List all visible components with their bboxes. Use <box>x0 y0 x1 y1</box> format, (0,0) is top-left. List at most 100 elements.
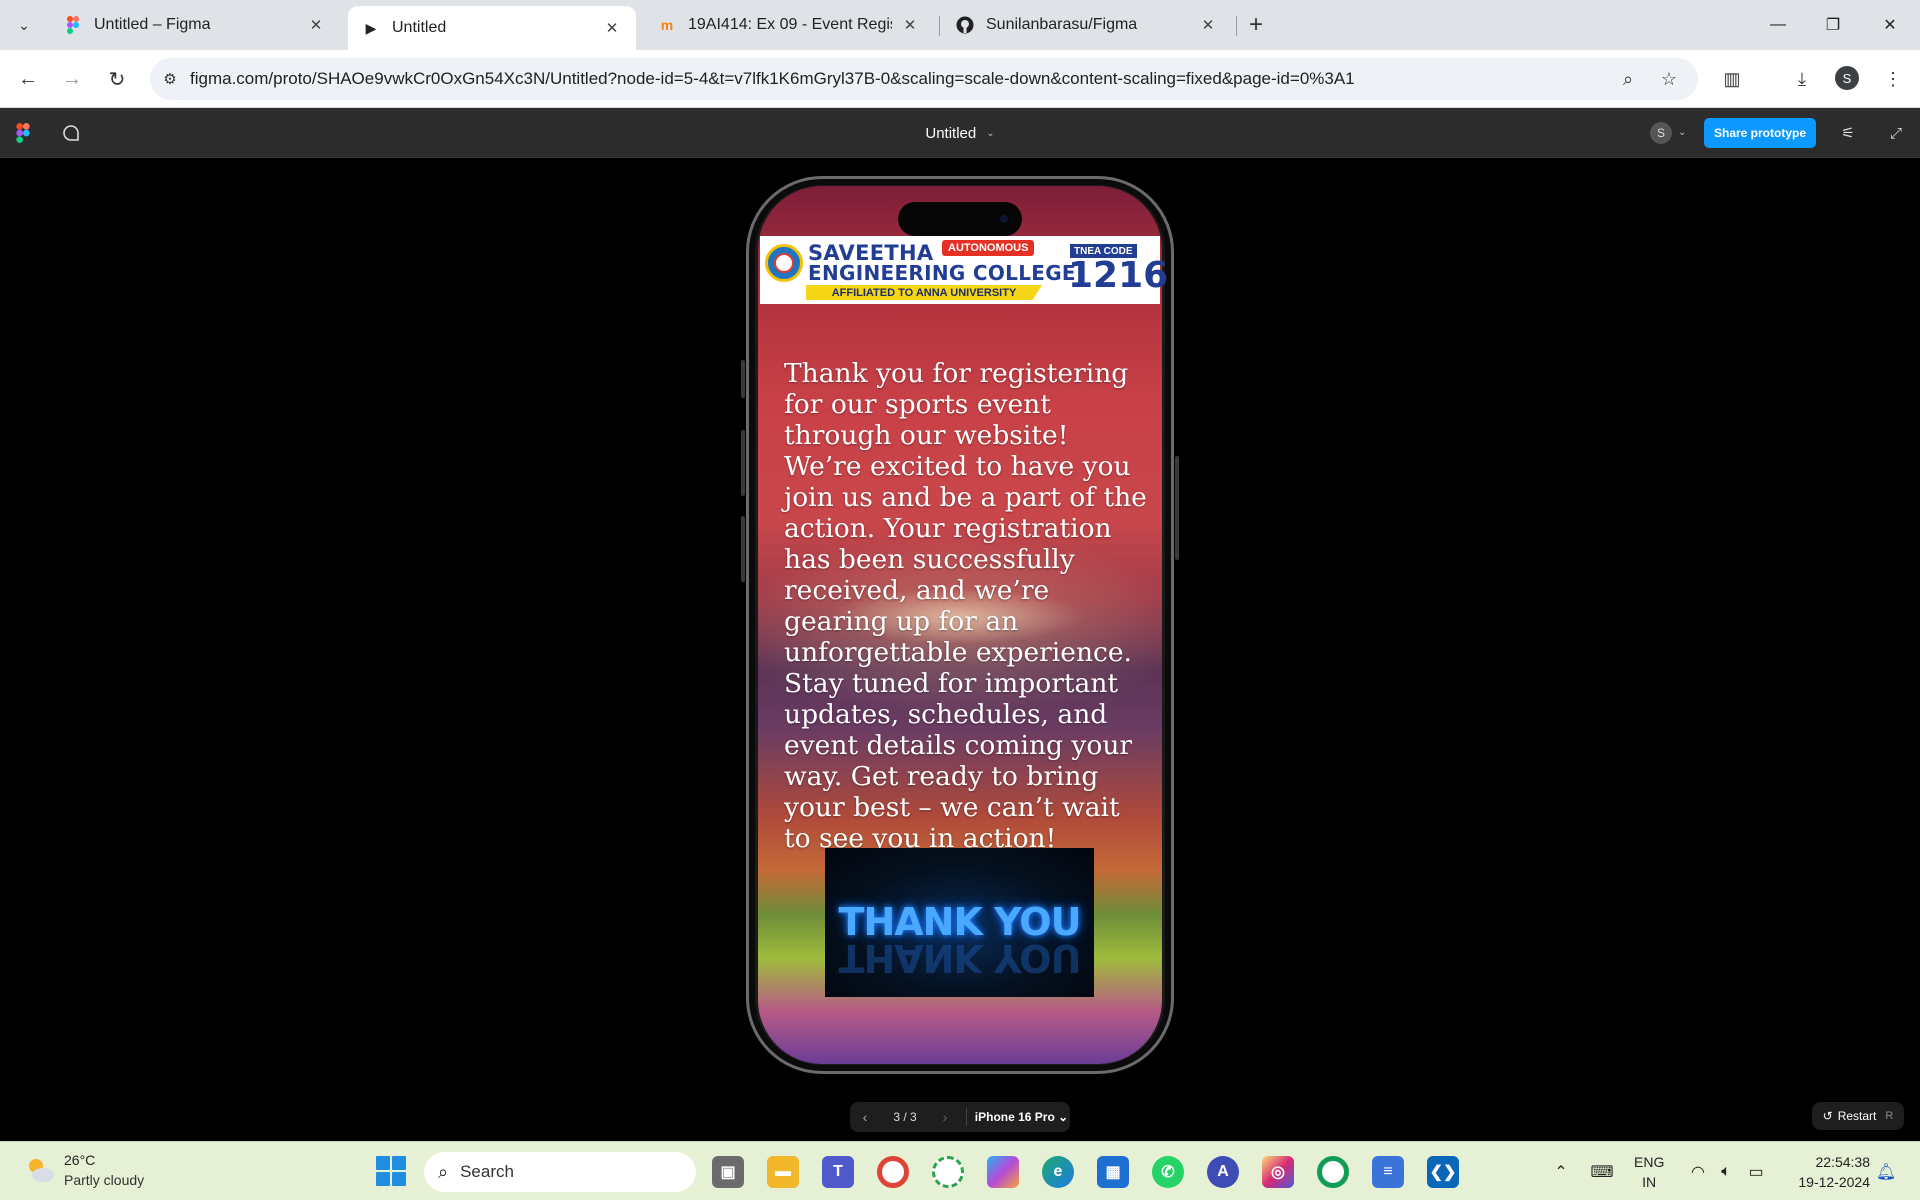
phone-side-button <box>741 360 745 398</box>
thank-you-image: THANK YOU THANK YOU <box>825 848 1094 997</box>
tab-moodle[interactable]: m 19AI414: Ex 09 - Event Registrat ✕ <box>644 6 934 44</box>
bookmark-star-icon[interactable]: ☆ <box>1651 58 1687 100</box>
phone-side-button <box>741 430 745 496</box>
close-icon[interactable]: ✕ <box>900 15 920 35</box>
instagram-icon[interactable]: ◎ <box>1262 1156 1294 1188</box>
whatsapp-icon[interactable]: ✆ <box>1152 1156 1184 1188</box>
wifi-icon[interactable]: ◠ <box>1686 1160 1710 1184</box>
zoom-icon[interactable]: ⌕ <box>1610 58 1646 100</box>
device-selector[interactable]: iPhone 16 Pro ⌄ <box>973 1110 1070 1124</box>
language-line2: IN <box>1642 1174 1657 1190</box>
reload-icon[interactable]: ↻ <box>101 63 133 95</box>
tab-github[interactable]: Sunilanbarasu/Figma ✕ <box>942 6 1232 44</box>
search-icon: ⌕ <box>438 1161 449 1182</box>
windows-taskbar: 26°C Partly cloudy ⌕ Search ▣ ▬ T e ▦ ✆ … <box>0 1141 1920 1200</box>
restart-label: Restart <box>1837 1109 1877 1123</box>
download-icon[interactable]: ⤓ <box>1786 63 1818 95</box>
minimize-icon[interactable]: — <box>1758 10 1798 40</box>
clock-date: 19-12-2024 <box>1798 1174 1870 1190</box>
previous-frame-chevron-icon[interactable]: ‹ <box>850 1109 880 1125</box>
battery-icon[interactable]: ▭ <box>1744 1160 1768 1184</box>
edge-icon[interactable]: e <box>1042 1156 1074 1188</box>
tab-separator <box>939 16 940 36</box>
tab-figma-editor[interactable]: Untitled – Figma ✕ <box>50 6 340 44</box>
system-clock[interactable]: 22:54:38 19-12-2024 <box>1784 1152 1870 1192</box>
file-explorer-icon[interactable]: ▬ <box>767 1156 799 1188</box>
arc-icon[interactable]: A <box>1207 1156 1239 1188</box>
teams-icon[interactable]: T <box>822 1156 854 1188</box>
phone-side-button <box>741 516 745 582</box>
tab-separator <box>1236 16 1237 36</box>
profile-avatar[interactable]: S <box>1835 66 1859 90</box>
chevron-down-icon[interactable]: ⌄ <box>986 128 994 139</box>
autonomous-badge: AUTONOMOUS <box>942 240 1035 256</box>
college-banner: SAVEETHA AUTONOMOUS ENGINEERING COLLEGE … <box>760 236 1168 304</box>
notification-bell-icon[interactable]: 🔔︎ <box>1874 1160 1898 1184</box>
weather-description[interactable]: Partly cloudy <box>64 1172 144 1188</box>
close-icon[interactable]: ✕ <box>1198 15 1218 35</box>
next-frame-chevron-icon[interactable]: › <box>930 1109 960 1125</box>
vscode-icon[interactable]: ❮❯ <box>1427 1156 1459 1188</box>
volume-icon[interactable]: 🔈︎ <box>1714 1160 1738 1184</box>
window-close-icon[interactable]: ✕ <box>1870 10 1910 40</box>
college-name-line2: ENGINEERING COLLEGE <box>808 261 1076 285</box>
copilot-icon[interactable] <box>987 1156 1019 1188</box>
address-bar[interactable]: ⚙ figma.com/proto/SHAOe9vwkCr0OxGn54Xc3N… <box>150 58 1698 100</box>
new-tab-plus-icon[interactable]: + <box>1242 11 1270 39</box>
notepad-icon[interactable]: ≡ <box>1372 1156 1404 1188</box>
clock-time: 22:54:38 <box>1815 1154 1871 1170</box>
play-icon: ▶ <box>365 19 377 36</box>
expand-icon[interactable]: ⤢ <box>1884 121 1908 145</box>
tab-title: 19AI414: Ex 09 - Event Registrat <box>688 16 892 33</box>
forward-arrow-icon[interactable]: → <box>56 63 88 95</box>
frame-pager: ‹ 3 / 3 › iPhone 16 Pro ⌄ <box>850 1102 1070 1132</box>
taskbar-search[interactable]: ⌕ Search <box>424 1152 696 1192</box>
site-settings-icon[interactable]: ⚙ <box>150 70 190 88</box>
url-text[interactable]: figma.com/proto/SHAOe9vwkCr0OxGn54Xc3N/U… <box>190 69 1698 89</box>
show-hidden-icons-chevron-icon[interactable]: ⌃ <box>1549 1160 1573 1184</box>
file-title-area: Untitled ⌄ <box>0 108 1920 158</box>
tab-title: Sunilanbarasu/Figma <box>986 16 1138 33</box>
language-indicator[interactable]: ENG IN <box>1634 1152 1664 1192</box>
browser-toolbar: ← → ↻ ⚙ figma.com/proto/SHAOe9vwkCr0OxGn… <box>0 50 1920 108</box>
affiliation-ribbon: AFFILIATED TO ANNA UNIVERSITY <box>806 285 1042 300</box>
partly-cloudy-icon[interactable] <box>24 1154 56 1186</box>
search-label: Search <box>460 1162 514 1181</box>
close-icon[interactable]: ✕ <box>602 18 622 38</box>
moodle-icon: m <box>660 17 674 33</box>
restore-icon[interactable]: ❐ <box>1813 10 1853 40</box>
chrome-icon[interactable] <box>877 1156 909 1188</box>
weather-temperature[interactable]: 26°C <box>64 1152 95 1168</box>
tab-title: Untitled <box>392 19 447 36</box>
github-icon <box>956 16 974 34</box>
tab-search-chevron-icon[interactable]: ⌄ <box>6 9 42 41</box>
tab-prototype[interactable]: ▶ Untitled ✕ <box>348 6 636 50</box>
close-icon[interactable]: ✕ <box>306 15 326 35</box>
comment-icon[interactable] <box>60 122 82 144</box>
windows-start-icon[interactable] <box>376 1156 406 1186</box>
avatar[interactable]: S <box>1650 122 1672 144</box>
back-arrow-icon[interactable]: ← <box>12 63 44 95</box>
chrome-profile-icon[interactable] <box>1317 1156 1349 1188</box>
file-title[interactable]: Untitled <box>925 125 976 142</box>
chevron-down-icon[interactable]: ⌄ <box>1678 122 1686 144</box>
thank-you-message: Thank you for registering for our sports… <box>784 358 1147 854</box>
tnea-code: 1216 <box>1068 255 1169 296</box>
keyboard-icon[interactable]: ⌨ <box>1590 1160 1614 1184</box>
more-menu-icon[interactable]: ⋮ <box>1877 63 1909 95</box>
figma-icon <box>64 16 82 34</box>
phone-side-button <box>1175 456 1179 560</box>
restart-button[interactable]: ↺ Restart R <box>1812 1102 1904 1130</box>
settings-sliders-icon[interactable]: ⚟ <box>1836 121 1860 145</box>
figma-logo-icon[interactable] <box>16 123 30 143</box>
thank-you-reflection: THANK YOU <box>838 936 1081 980</box>
tab-title: Untitled – Figma <box>94 16 211 33</box>
language-line1: ENG <box>1634 1154 1665 1170</box>
store-icon[interactable]: ▦ <box>1097 1156 1129 1188</box>
loading-app-icon[interactable] <box>932 1156 964 1188</box>
camera-icon <box>1000 215 1008 223</box>
task-view-icon[interactable]: ▣ <box>712 1156 744 1188</box>
figma-prototype-header: Untitled ⌄ S ⌄ Share prototype ⚟ ⤢ <box>0 108 1920 158</box>
reading-mode-icon[interactable]: ▥ <box>1716 63 1748 95</box>
share-prototype-button[interactable]: Share prototype <box>1704 118 1816 148</box>
